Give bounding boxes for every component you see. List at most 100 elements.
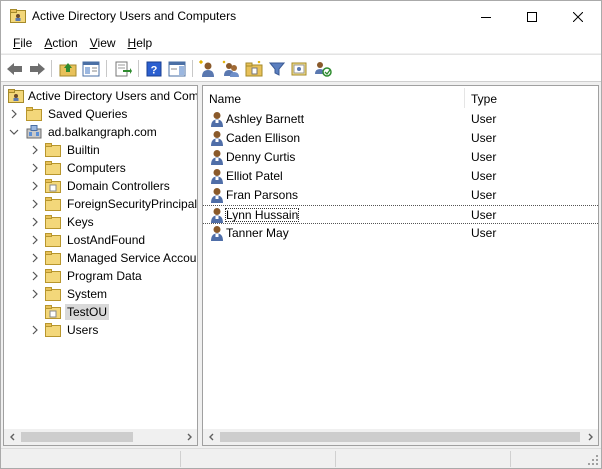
action-pane-button[interactable] (167, 59, 187, 78)
tree-item-computers[interactable]: Computers (4, 159, 197, 177)
ad-users-icon (10, 9, 26, 23)
tree-item-domain-controllers[interactable]: Domain Controllers (4, 177, 197, 195)
chevron-right-icon[interactable] (30, 145, 40, 155)
back-button[interactable] (5, 59, 25, 78)
export-list-icon (115, 61, 132, 76)
tree-item-saved-queries[interactable]: Saved Queries (4, 105, 197, 123)
menu-view-label: iew (97, 35, 116, 50)
column-divider[interactable] (464, 88, 465, 108)
user-type: User (471, 208, 497, 222)
domain-icon (26, 125, 42, 139)
user-name: Elliot Patel (226, 169, 283, 183)
chevron-down-icon[interactable] (9, 127, 19, 137)
tree-item-foreign-security-principals[interactable]: ForeignSecurityPrincipals (4, 195, 197, 213)
menu-view-accel: V (89, 35, 98, 50)
new-group-button[interactable] (221, 59, 241, 78)
list-item[interactable]: Fran Parsons User (203, 186, 598, 205)
folder-icon (45, 143, 61, 157)
resize-grip-icon[interactable] (587, 454, 599, 466)
menu-file[interactable]: File (7, 33, 38, 53)
list-item[interactable]: Caden Ellison User (203, 129, 598, 148)
status-bar (1, 448, 601, 468)
tree-item-domain[interactable]: ad.balkangraph.com (4, 123, 197, 141)
menu-action[interactable]: Action (38, 33, 83, 53)
list-item[interactable]: Denny Curtis User (203, 148, 598, 167)
svg-text:?: ? (151, 64, 158, 76)
menu-help[interactable]: Help (122, 33, 159, 53)
export-list-button[interactable] (113, 59, 133, 78)
tree-item-users[interactable]: Users (4, 321, 197, 339)
chevron-right-icon[interactable] (30, 325, 40, 335)
scroll-right-button[interactable] (581, 429, 598, 445)
chevron-right-icon[interactable] (30, 235, 40, 245)
tree-item-testou[interactable]: TestOU (4, 303, 197, 321)
chevron-right-icon[interactable] (30, 199, 40, 209)
user-name: Fran Parsons (226, 188, 299, 202)
list-item[interactable]: Elliot Patel User (203, 167, 598, 186)
folder-icon (45, 197, 61, 211)
tree-horizontal-scrollbar[interactable] (4, 428, 197, 445)
user-name: Tanner May (226, 226, 289, 240)
window-title: Active Directory Users and Computers (32, 9, 237, 23)
delegate-control-button[interactable] (313, 59, 333, 78)
scroll-left-button[interactable] (4, 429, 21, 445)
status-segment (1, 451, 181, 467)
scroll-thumb[interactable] (220, 432, 580, 442)
maximize-button[interactable] (509, 1, 555, 32)
tree-item-label: Computers (67, 161, 126, 175)
show-hide-tree-icon (82, 61, 100, 76)
tree-item-label: Domain Controllers (67, 179, 170, 193)
chevron-right-icon[interactable] (30, 271, 40, 281)
list-item[interactable]: Ashley Barnett User (203, 110, 598, 129)
user-icon (211, 150, 223, 165)
new-user-icon (199, 59, 214, 77)
scroll-thumb[interactable] (21, 432, 133, 442)
tree-item-label: Active Directory Users and Com (28, 89, 198, 103)
title-bar[interactable]: Active Directory Users and Computers (1, 1, 601, 32)
menu-view[interactable]: View (84, 33, 122, 53)
tree-item-program-data[interactable]: Program Data (4, 267, 197, 285)
scroll-left-button[interactable] (203, 429, 220, 445)
back-arrow-icon (7, 62, 22, 75)
filter-button[interactable] (267, 59, 287, 78)
minimize-button[interactable] (463, 1, 509, 32)
column-header-name[interactable]: Name (209, 92, 241, 106)
tree-item-lost-and-found[interactable]: LostAndFound (4, 231, 197, 249)
chevron-right-icon[interactable] (30, 289, 40, 299)
chevron-right-icon[interactable] (9, 109, 19, 119)
results-list-pane[interactable]: Name Type Ashley Barnett User Caden Elli… (202, 85, 599, 446)
scroll-right-button[interactable] (180, 429, 197, 445)
console-tree-pane[interactable]: Active Directory Users and Com Saved Que… (3, 85, 198, 446)
tree-item-label: LostAndFound (67, 233, 146, 247)
forward-button[interactable] (27, 59, 47, 78)
tree-item-builtin[interactable]: Builtin (4, 141, 197, 159)
user-icon (211, 169, 223, 184)
close-button[interactable] (555, 1, 601, 32)
new-ou-button[interactable] (244, 59, 264, 78)
user-type: User (471, 226, 497, 240)
ou-folder-icon (45, 179, 61, 193)
list-item[interactable]: Tanner May User (203, 224, 598, 243)
user-icon (211, 226, 223, 241)
chevron-right-icon[interactable] (30, 163, 40, 173)
tree-item-root[interactable]: Active Directory Users and Com (4, 87, 198, 105)
ou-folder-icon (45, 305, 61, 319)
tree-item-system[interactable]: System (4, 285, 197, 303)
up-one-level-button[interactable] (58, 59, 78, 78)
show-hide-tree-button[interactable] (81, 59, 101, 78)
tree-item-keys[interactable]: Keys (4, 213, 197, 231)
user-type: User (471, 150, 497, 164)
help-button[interactable]: ? (144, 59, 164, 78)
chevron-right-icon[interactable] (30, 253, 40, 263)
list-item[interactable]: Lynn Hussain User (203, 205, 598, 224)
chevron-right-icon[interactable] (30, 181, 40, 191)
list-horizontal-scrollbar[interactable] (203, 428, 598, 445)
user-name: Caden Ellison (226, 131, 301, 145)
new-user-button[interactable] (198, 59, 218, 78)
column-header-type[interactable]: Type (471, 92, 497, 106)
user-type: User (471, 112, 497, 126)
tree-item-managed-service-accounts[interactable]: Managed Service Accour (4, 249, 197, 267)
add-to-group-button[interactable] (290, 59, 310, 78)
chevron-right-icon[interactable] (30, 217, 40, 227)
user-name: Lynn Hussain (225, 208, 300, 222)
